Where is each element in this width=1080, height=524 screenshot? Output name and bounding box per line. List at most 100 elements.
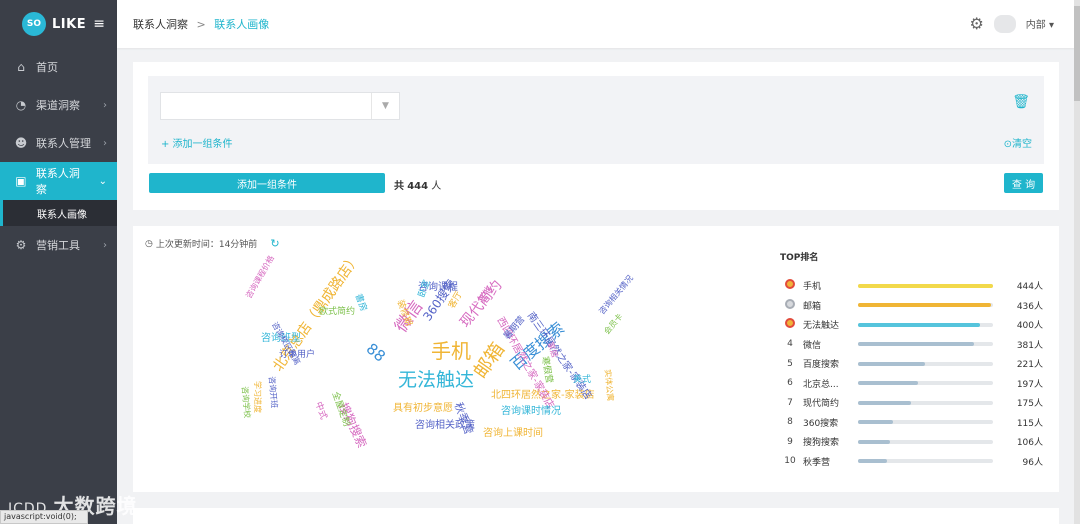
- word-cloud-word[interactable]: 咨询相关情况: [597, 274, 635, 317]
- rank-count: 115人: [1016, 418, 1043, 429]
- word-cloud-word[interactable]: 咨询开班: [267, 376, 279, 409]
- rank-bar-track: [858, 420, 993, 425]
- rank-row: 无法触达 400人: [783, 315, 1043, 335]
- word-cloud-word[interactable]: 中式: [313, 401, 329, 421]
- rank-name: 无法触达: [803, 321, 840, 332]
- scrollbar-thumb[interactable]: [1074, 6, 1080, 101]
- sidebar: SO LIKE ≡ ⌂ 首页 ◔ 渠道洞察 › ☻ 联系人管理 › ▣ 联系人洞…: [0, 0, 117, 524]
- rank-bar-fill: [858, 283, 993, 288]
- rank-bar-fill: [858, 303, 991, 308]
- rank-count: 175人: [1016, 399, 1043, 410]
- medal-icon: [783, 279, 797, 292]
- add-group-button[interactable]: 添加一组条件: [149, 173, 385, 193]
- condition-select[interactable]: ▼: [160, 92, 400, 120]
- sidebar-item-label: 首页: [36, 61, 58, 74]
- trash-icon[interactable]: 🗑: [1012, 94, 1030, 110]
- chevron-right-icon: ›: [103, 137, 107, 149]
- cogs-icon: ⚙: [15, 238, 27, 252]
- gear-icon[interactable]: ⚙: [969, 14, 983, 33]
- sidebar-item-label: 联系人洞察: [35, 167, 80, 196]
- total-suffix: 人: [431, 181, 442, 192]
- rank-bar-track: [858, 439, 993, 444]
- users-icon: ☻: [14, 136, 28, 150]
- rank-count: 436人: [1016, 301, 1043, 312]
- user-name: 内部: [1025, 20, 1046, 31]
- rank-bar-track: [858, 303, 993, 308]
- rank-row: 10 秋季营 96人: [783, 452, 1043, 472]
- rank-bar-fill: [858, 322, 980, 327]
- rank-bar-fill: [858, 439, 891, 444]
- sidebar-item-home[interactable]: ⌂ 首页: [0, 48, 117, 86]
- rank-name: 现代简约: [803, 399, 840, 410]
- rank-name: 百度搜索: [803, 360, 840, 371]
- chevron-right-icon: ›: [103, 99, 107, 111]
- sidebar-item-marketing-tools[interactable]: ⚙ 营销工具 ›: [0, 226, 117, 264]
- rank-number: 7: [787, 397, 793, 408]
- rank-bar-fill: [858, 342, 974, 347]
- word-cloud-word[interactable]: 咨询上课时间: [483, 429, 543, 439]
- rank-row: 6 北京总... 197人: [783, 374, 1043, 394]
- rank-number: 4: [787, 339, 793, 350]
- word-cloud-word[interactable]: 学习进度: [253, 381, 262, 413]
- rank-bar-fill: [858, 459, 888, 464]
- medal-badge: [785, 298, 795, 309]
- filter-condition-area: ▼ + 添加一组条件 🗑 ⊙清空: [148, 76, 1044, 164]
- rank-bar-fill: [858, 420, 893, 425]
- rank-number: 6: [787, 378, 793, 389]
- clear-circle-icon: ⊙: [1003, 139, 1012, 150]
- rank-name: 北京总...: [803, 379, 839, 390]
- logo-badge: SO: [22, 12, 46, 36]
- rank-number: 8: [787, 417, 793, 428]
- rank-row: 7 现代简约 175人: [783, 393, 1043, 413]
- sidebar-item-contact-management[interactable]: ☻ 联系人管理 ›: [0, 124, 117, 162]
- word-cloud-word[interactable]: 88: [363, 339, 389, 365]
- total-prefix: 共: [394, 181, 404, 192]
- word-cloud-word[interactable]: 实体公寓: [603, 369, 615, 402]
- top-bar: 联系人洞察 > 联系人画像 ⚙ 内部 ▾: [117, 0, 1080, 48]
- filter-card: ▼ + 添加一组条件 🗑 ⊙清空 添加一组条件 共 444 人 查 询: [133, 62, 1059, 210]
- rank-name: 邮箱: [803, 301, 822, 312]
- sidebar-item-channel-insight[interactable]: ◔ 渠道洞察 ›: [0, 86, 117, 124]
- word-cloud-word[interactable]: 美式: [573, 376, 591, 385]
- rank-name: 手机: [803, 282, 822, 293]
- word-cloud-word[interactable]: 咨询课程价格: [244, 254, 276, 300]
- rank-row: 5 百度搜索 221人: [783, 354, 1043, 374]
- menu-toggle-icon[interactable]: ≡: [93, 16, 105, 32]
- sidebar-subitem-contact-profile[interactable]: 联系人画像: [0, 200, 117, 226]
- sidebar-item-contact-insight[interactable]: ▣ 联系人洞察 ⌄: [0, 162, 117, 200]
- word-cloud-word[interactable]: 无法触达: [398, 371, 474, 390]
- rank-name: 搜狗搜索: [803, 438, 840, 449]
- word-cloud-word[interactable]: 咨询课时情况: [501, 407, 561, 417]
- rank-number: 5: [787, 358, 793, 369]
- user-menu[interactable]: 内部 ▾: [1026, 16, 1054, 31]
- query-button[interactable]: 查 询: [1004, 173, 1043, 193]
- breadcrumb-parent[interactable]: 联系人洞察: [133, 18, 188, 31]
- rank-count: 444人: [1016, 282, 1043, 293]
- word-cloud-word[interactable]: 邮箱: [469, 339, 509, 383]
- refresh-icon[interactable]: ↻: [270, 237, 279, 250]
- word-cloud-word[interactable]: 手机: [431, 341, 471, 361]
- sidebar-item-label: 营销工具: [36, 239, 80, 252]
- pie-chart-icon: ◔: [15, 98, 27, 112]
- avatar[interactable]: [993, 14, 1016, 33]
- word-cloud-word[interactable]: 欧式简约: [319, 308, 355, 317]
- last-updated: ◷ 上次更新时间：14分钟前 ↻: [145, 237, 280, 250]
- word-cloud-word[interactable]: 具有初步意愿: [393, 404, 453, 414]
- caret-down-icon: ▾: [1048, 20, 1054, 31]
- clear-link[interactable]: ⊙清空: [1004, 135, 1032, 150]
- add-condition-link[interactable]: + 添加一组条件: [161, 135, 233, 150]
- medal-icon: [783, 318, 797, 331]
- word-cloud-word[interactable]: 咨询相关政策: [415, 421, 475, 431]
- caret-down-icon[interactable]: ▼: [371, 93, 399, 119]
- rank-name: 微信: [803, 340, 822, 351]
- logo[interactable]: SO LIKE ≡: [0, 0, 117, 48]
- word-cloud-word[interactable]: 会员卡: [602, 312, 624, 336]
- rank-name: 360搜索: [803, 418, 839, 429]
- rank-bar-track: [858, 322, 993, 327]
- word-cloud-word[interactable]: 咨询学校: [240, 386, 252, 419]
- rank-count: 221人: [1016, 360, 1043, 371]
- chevron-right-icon: ›: [103, 239, 107, 251]
- total-count: 共 444 人: [394, 177, 441, 192]
- page-scrollbar[interactable]: [1074, 0, 1080, 524]
- rank-row: 9 搜狗搜索 106人: [783, 432, 1043, 452]
